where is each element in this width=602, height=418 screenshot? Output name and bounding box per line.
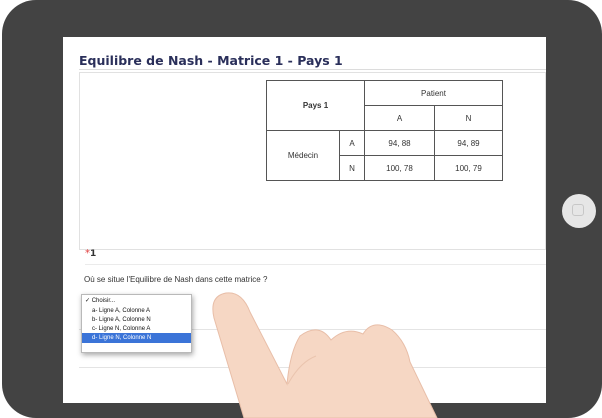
column-player-label: Patient bbox=[364, 80, 503, 106]
row-player-label: Médecin bbox=[266, 130, 340, 181]
question-number: 1 bbox=[90, 249, 97, 259]
home-button[interactable] bbox=[562, 194, 596, 228]
payoff-matrix: Pays 1 Patient A N Médecin A 94, 88 94, … bbox=[266, 80, 503, 181]
payoff-cell-aa: 94, 88 bbox=[364, 130, 435, 156]
dropdown-placeholder-option[interactable]: ✓ Choisir... bbox=[82, 296, 191, 306]
home-square-icon bbox=[572, 204, 584, 216]
page-title: Equilibre de Nash - Matrice 1 - Pays 1 bbox=[79, 53, 343, 68]
section-divider-bottom bbox=[79, 367, 546, 368]
tablet-screen: Equilibre de Nash - Matrice 1 - Pays 1 P… bbox=[63, 37, 546, 403]
payoff-cell-an: 94, 89 bbox=[434, 130, 503, 156]
payoff-cell-nn: 100, 79 bbox=[434, 155, 503, 181]
column-strategy-a: A bbox=[364, 105, 435, 131]
title-divider bbox=[79, 69, 546, 70]
row-strategy-n: N bbox=[339, 155, 365, 181]
dropdown-option-d[interactable]: d- Ligne N, Colonne N bbox=[82, 333, 191, 343]
answer-dropdown[interactable]: ✓ Choisir... a- Ligne A, Colonne A b- Li… bbox=[81, 294, 192, 353]
question-divider bbox=[85, 264, 546, 265]
question-text: Où se situe l'Equilibre de Nash dans cet… bbox=[84, 275, 268, 284]
row-strategy-a: A bbox=[339, 130, 365, 156]
payoff-cell-na: 100, 78 bbox=[364, 155, 435, 181]
matrix-corner-label: Pays 1 bbox=[266, 80, 365, 131]
column-strategy-n: N bbox=[434, 105, 503, 131]
checkmark-icon: ✓ bbox=[85, 298, 91, 304]
placeholder-label: Choisir... bbox=[91, 298, 116, 304]
